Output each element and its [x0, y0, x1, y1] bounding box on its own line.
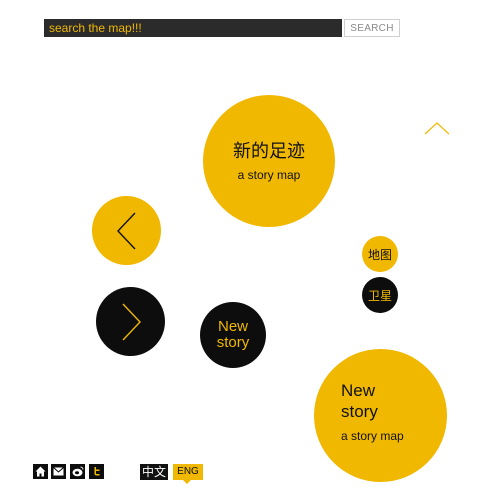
new-story-card-line1: New	[341, 381, 376, 400]
weibo-icon[interactable]	[70, 464, 85, 479]
prev-button[interactable]	[92, 196, 161, 265]
language-english-button[interactable]: ENG	[173, 464, 203, 480]
home-icon[interactable]	[33, 464, 48, 479]
chevron-up-icon[interactable]	[424, 121, 450, 135]
language-chinese-button[interactable]: 中文	[140, 464, 168, 480]
chevron-right-icon	[121, 303, 141, 340]
next-button[interactable]	[96, 287, 165, 356]
title-subtitle: a story map	[237, 168, 301, 182]
new-story-card-subtitle: a story map	[341, 429, 404, 443]
search-button[interactable]: SEARCH	[344, 19, 400, 37]
new-story-card[interactable]: New story a story map	[314, 349, 447, 482]
new-story-card-line2: story	[341, 402, 378, 421]
new-story-card-title: New story	[341, 380, 378, 422]
twitter-icon[interactable]	[89, 464, 104, 479]
satellite-view-button[interactable]: 卫星	[362, 277, 398, 313]
title-circle[interactable]: 新的足迹 a story map	[203, 95, 335, 227]
title-cn: 新的足迹	[233, 141, 305, 161]
language-selected-indicator	[183, 480, 191, 484]
new-story-line2: story	[216, 334, 250, 351]
mail-icon[interactable]	[51, 464, 66, 479]
chevron-left-icon	[116, 212, 136, 249]
new-story-button[interactable]: New story	[200, 302, 266, 368]
new-story-line1: New	[217, 318, 248, 335]
search-input[interactable]	[44, 19, 342, 37]
map-view-button[interactable]: 地图	[362, 236, 398, 272]
